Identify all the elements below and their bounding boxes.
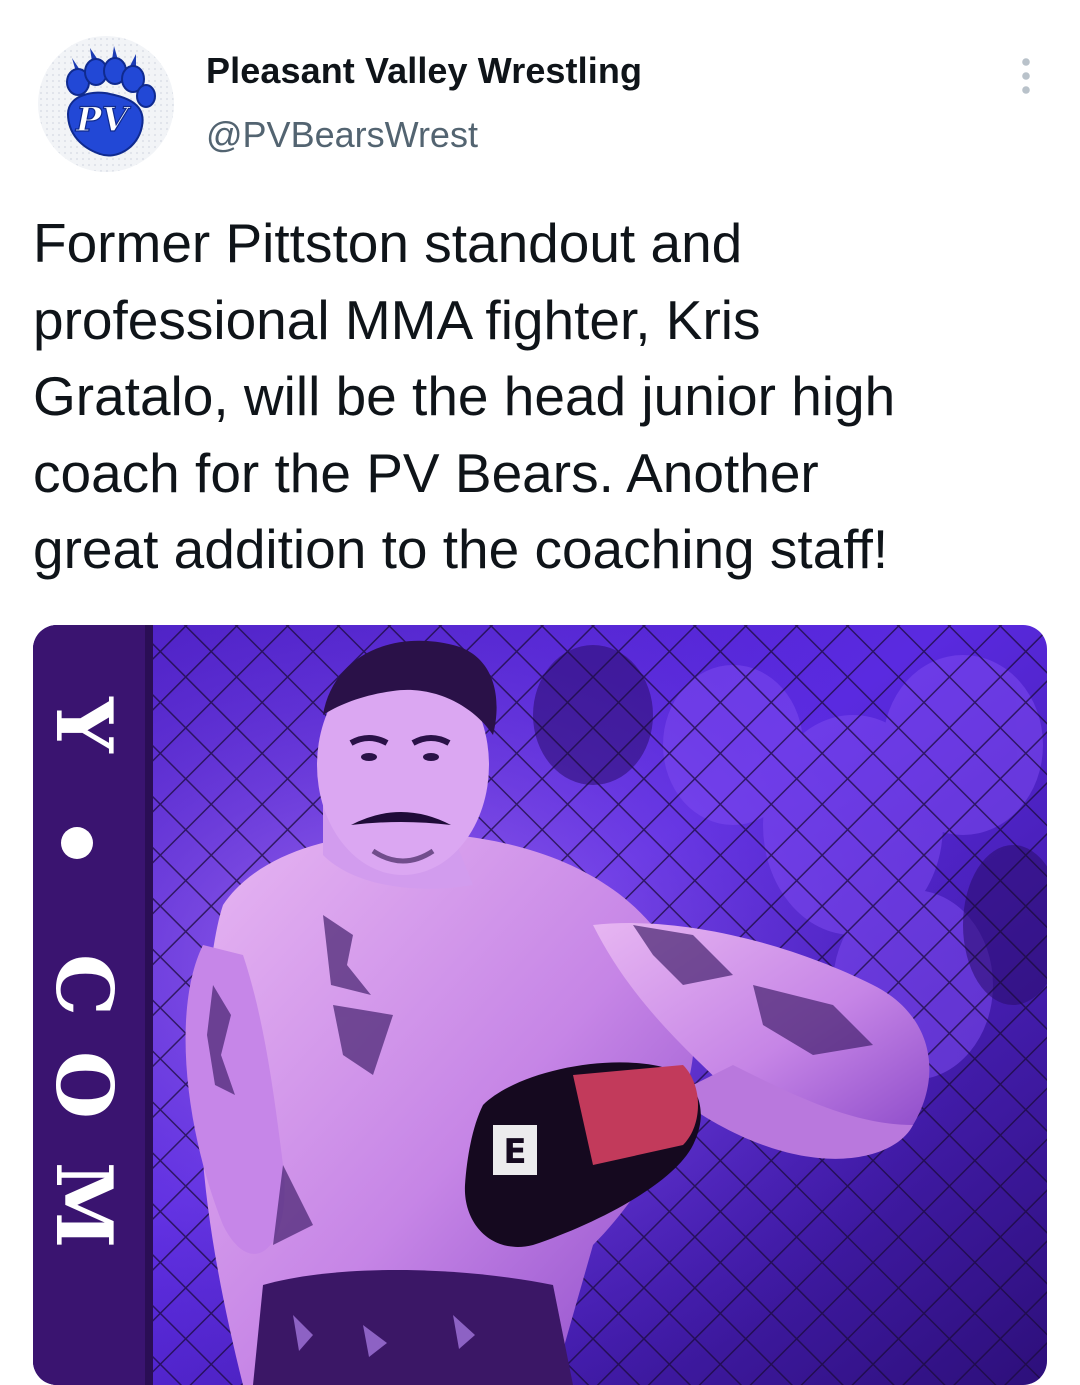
glove-brand-mark: E	[503, 1132, 526, 1172]
bear-paw-logo: PV	[38, 36, 174, 172]
more-options-button[interactable]	[1008, 52, 1044, 100]
svg-text:O: O	[38, 1051, 129, 1119]
avatar-logo-text: PV	[75, 100, 132, 140]
display-name[interactable]: Pleasant Valley Wrestling	[206, 50, 642, 92]
fighter-photo: Y C O M E	[33, 625, 1047, 1385]
tweet-text: Former Pittston standout and professiona…	[33, 212, 896, 580]
tweet-header: PV Pleasant Valley Wrestling @PVBearsWre…	[0, 0, 1080, 180]
svg-text:Y: Y	[38, 696, 129, 754]
svg-text:C: C	[38, 954, 129, 1016]
tweet-photo[interactable]: Y C O M E	[33, 625, 1047, 1385]
avatar[interactable]: PV	[38, 36, 174, 172]
account-handle[interactable]: @PVBearsWrest	[206, 114, 478, 156]
more-vertical-icon	[1022, 58, 1030, 94]
svg-text:M: M	[38, 1162, 129, 1248]
